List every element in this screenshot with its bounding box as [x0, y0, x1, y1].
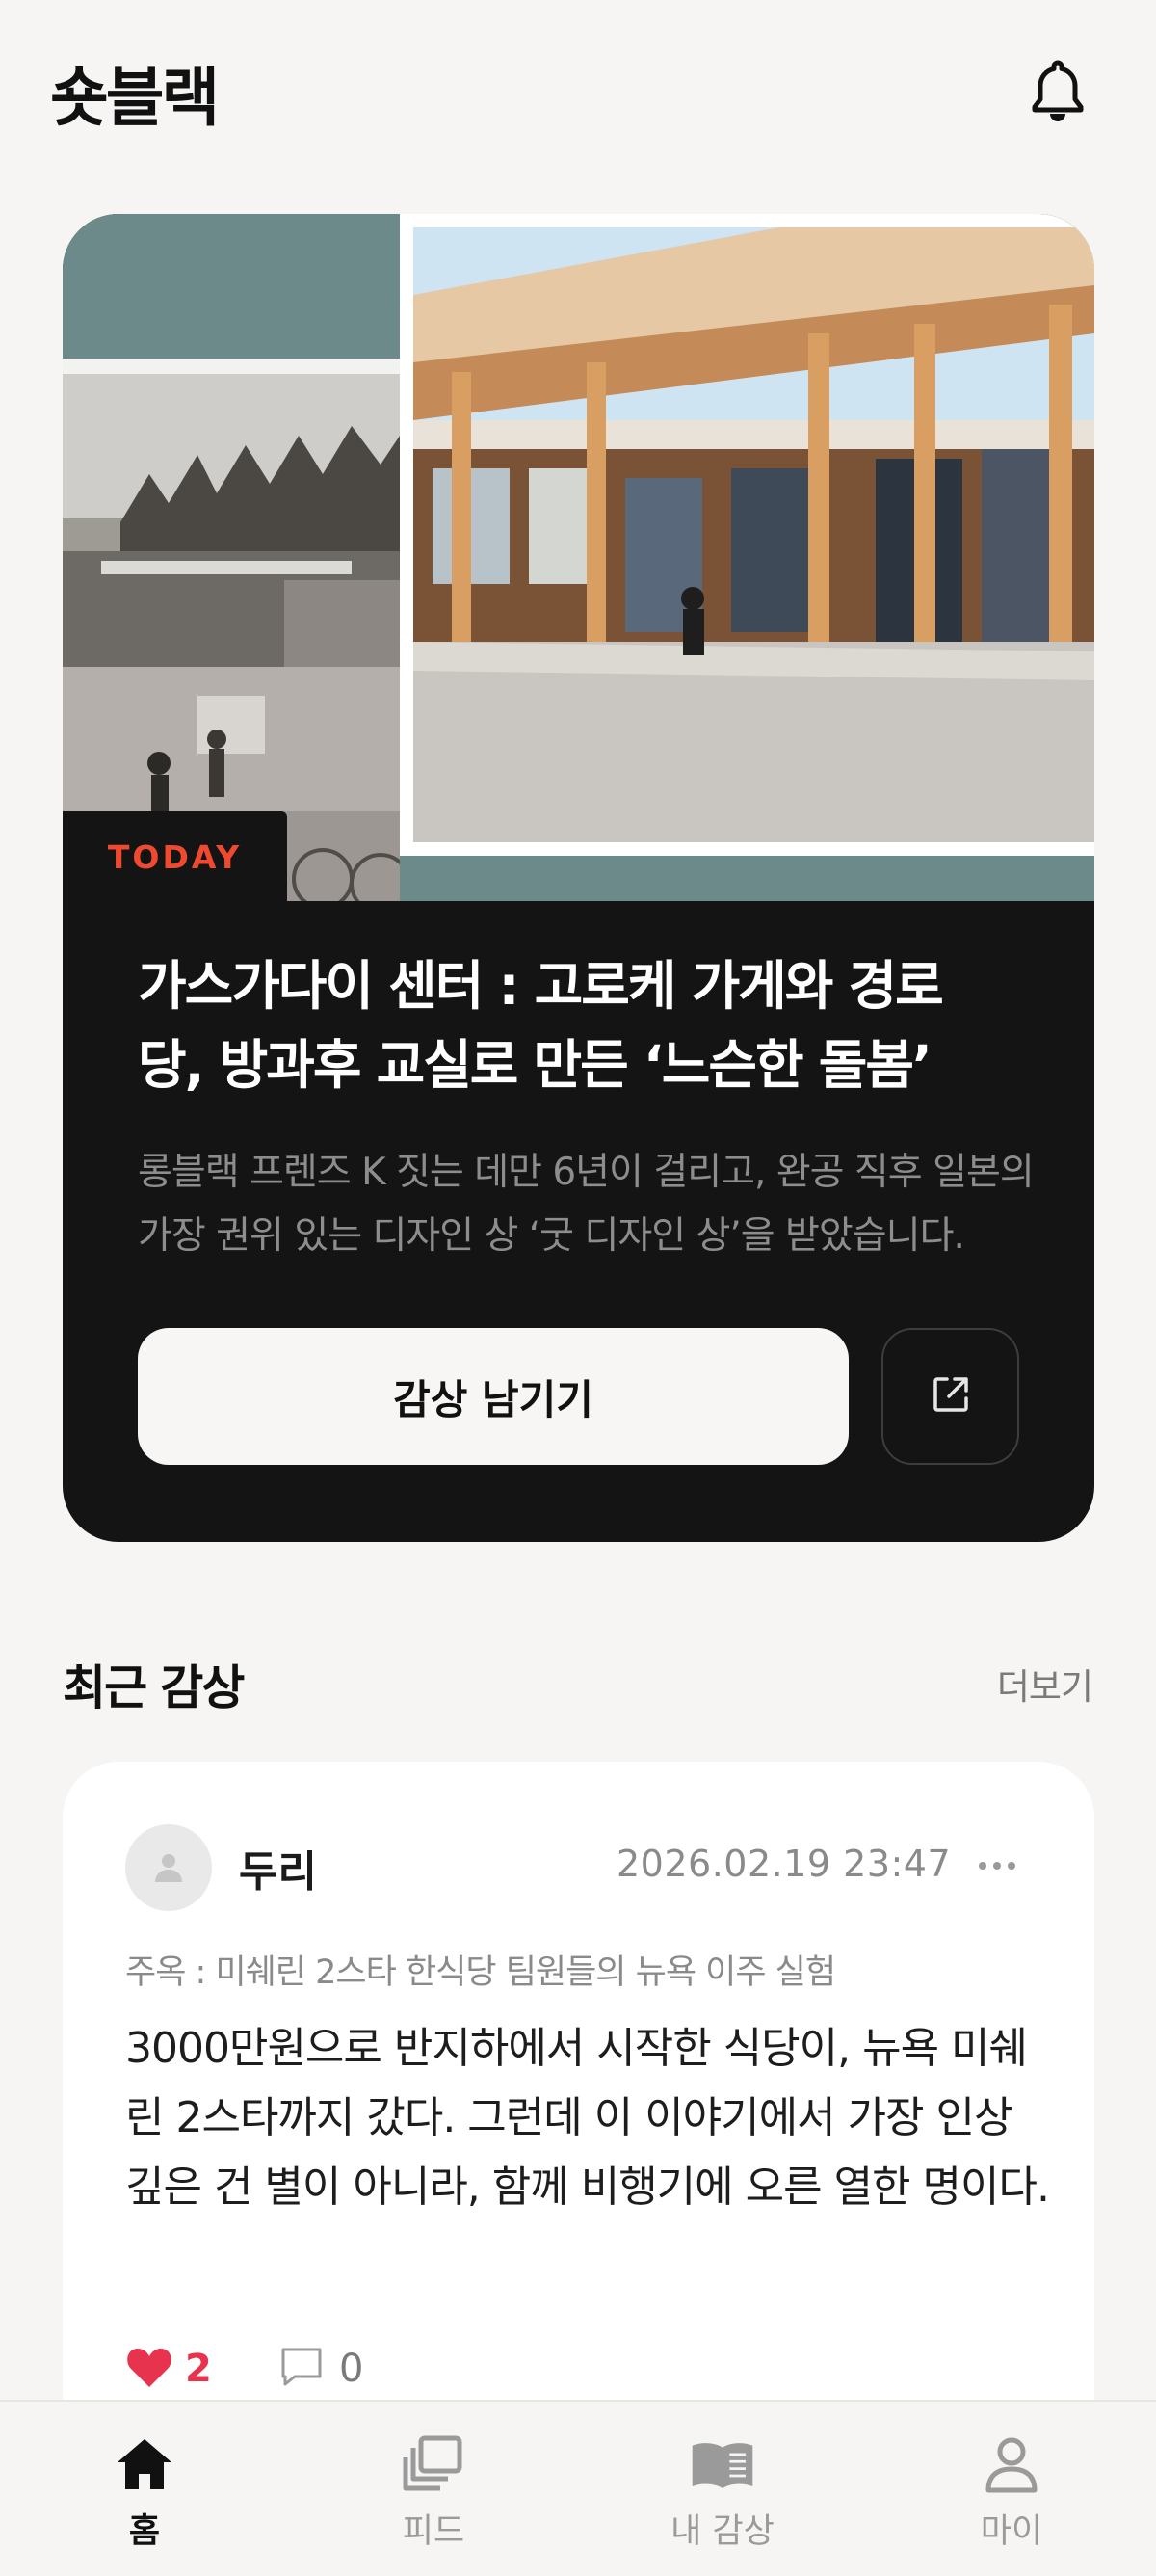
app-title: 숏블랙 — [50, 61, 220, 135]
nav-item-feed[interactable]: 피드 — [289, 2402, 578, 2576]
article-title-line-2: 당, 방과후 교실로 만든 ‘느슨한 돌봄’ — [138, 1034, 933, 1096]
more-options-icon[interactable] — [968, 1837, 1026, 1895]
comment-count: 0 — [339, 2347, 364, 2391]
book-icon — [689, 2430, 756, 2498]
recent-section-title: 최근 감상 — [63, 1660, 245, 1715]
review-timestamp: 2026.02.19 23:47 — [617, 1843, 952, 1885]
external-link-icon — [930, 1373, 972, 1420]
nav-label-my: 마이 — [980, 2512, 1043, 2551]
feed-icon — [400, 2430, 467, 2498]
hero-building-photo — [400, 214, 1094, 856]
article-excerpt: 롱블랙 프렌즈 K 짓는 데만 6년이 걸리고, 완공 직후 일본의 가장 권위… — [138, 1151, 1035, 1258]
review-body: 3000만원으로 반지하에서 시작한 식당이, 뉴욕 미쉐린 2스타까지 갔다.… — [125, 2024, 1050, 2212]
top-bar: 숏블랙 — [0, 0, 1156, 183]
app-screen: 숏블랙 TODAY 가스가다이 센터: 고로케 가게와 경로 당, 방과후 교… — [0, 0, 1156, 2576]
more-link[interactable]: 더보기 — [997, 1658, 1093, 1710]
bottom-navigation: 홈 피드 내 감상 마이 — [0, 2400, 1156, 2576]
hero-image[interactable]: TODAY — [63, 214, 1094, 901]
nav-label-home: 홈 — [128, 2512, 161, 2551]
like-button[interactable]: 2 — [125, 2340, 212, 2398]
article-title-line-1: 가스가다이 센터 : 고로케 가게와 경로 — [138, 955, 944, 1017]
bell-icon[interactable] — [1021, 54, 1094, 127]
nav-item-my[interactable]: 마이 — [867, 2402, 1156, 2576]
comment-button[interactable]: 0 — [279, 2340, 363, 2398]
nav-item-home[interactable]: 홈 — [0, 2402, 289, 2576]
review-source-article[interactable]: 주옥 : 미쉐린 2스타 한식당 팀원들의 뉴욕 이주 실험 — [125, 1945, 836, 1994]
avatar[interactable] — [125, 1824, 212, 1911]
nav-label-feed: 피드 — [402, 2512, 465, 2551]
nav-item-my-reviews[interactable]: 내 감상 — [578, 2402, 867, 2576]
today-tag: TODAY — [63, 811, 287, 901]
like-count: 2 — [185, 2347, 212, 2391]
review-author[interactable]: 두리 — [239, 1837, 317, 1899]
heart-icon — [125, 2345, 173, 2393]
share-button[interactable] — [881, 1328, 1019, 1465]
person-icon — [978, 2430, 1045, 2498]
leave-review-button[interactable]: 감상 남기기 — [138, 1328, 849, 1465]
comment-icon — [279, 2346, 324, 2392]
article-title[interactable]: 가스가다이 센터 : 고로케 가게와 경로 당, 방과후 교실로 만든 ‘느슨한… — [138, 946, 1053, 1104]
nav-label-my-reviews: 내 감상 — [670, 2512, 775, 2551]
today-article-card[interactable]: TODAY 가스가다이 센터 : 고로케 가게와 경로 당, 방과후 교실로 만… — [63, 214, 1094, 1542]
home-icon — [111, 2430, 178, 2498]
